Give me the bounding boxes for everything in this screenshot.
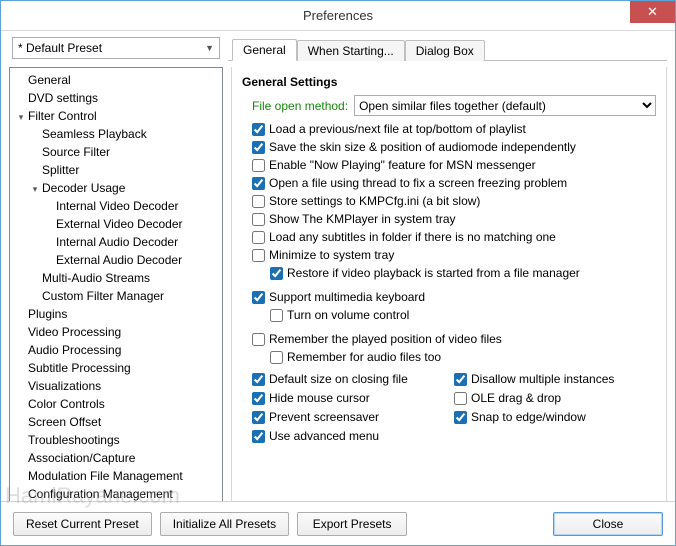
checkbox-label-save-skin: Save the skin size & position of audiomo…: [269, 138, 576, 156]
close-button[interactable]: Close: [553, 512, 663, 536]
tree-node-visualizations[interactable]: Visualizations: [28, 379, 101, 393]
tab-general[interactable]: General: [232, 39, 297, 61]
tree-node-filter-control[interactable]: Filter Control: [28, 109, 97, 123]
tree-node-plugins[interactable]: Plugins: [28, 307, 67, 321]
checkbox-label-ole-drag: OLE drag & drop: [471, 389, 561, 408]
checkbox-label-hide-cursor: Hide mouse cursor: [269, 389, 370, 408]
checkbox-snap-edge[interactable]: [454, 411, 467, 424]
initialize-all-presets-button[interactable]: Initialize All Presets: [160, 512, 289, 536]
reset-current-preset-button[interactable]: Reset Current Preset: [13, 512, 152, 536]
tree-node-custom-filter-manager[interactable]: Custom Filter Manager: [42, 289, 164, 303]
checkbox-label-thread-open: Open a file using thread to fix a screen…: [269, 174, 567, 192]
checkbox-label-mm-keyboard: Support multimedia keyboard: [269, 288, 425, 306]
checkbox-ole-drag[interactable]: [454, 392, 467, 405]
tree-node-external-video-decoder[interactable]: External Video Decoder: [56, 217, 183, 231]
checkbox-remember-pos[interactable]: [252, 333, 265, 346]
checkbox-label-snap-edge: Snap to edge/window: [471, 408, 586, 427]
tree-node-seamless-playback[interactable]: Seamless Playback: [42, 127, 147, 141]
window-close-button[interactable]: ✕: [630, 1, 675, 23]
checkbox-system-tray[interactable]: [252, 213, 265, 226]
tree-node-general[interactable]: General: [28, 73, 71, 87]
checkbox-label-disallow-multi: Disallow multiple instances: [471, 370, 614, 389]
checkbox-label-prevent-ss: Prevent screensaver: [269, 408, 379, 427]
checkbox-thread-open[interactable]: [252, 177, 265, 190]
checkbox-hide-cursor[interactable]: [252, 392, 265, 405]
tree-node-modulation-file-management[interactable]: Modulation File Management: [28, 469, 183, 483]
general-settings-panel: General Settings File open method: Open …: [231, 67, 667, 507]
checkbox-store-cfg[interactable]: [252, 195, 265, 208]
checkbox-disallow-multi[interactable]: [454, 373, 467, 386]
checkbox-restore-fm[interactable]: [270, 267, 283, 280]
file-open-method-select[interactable]: Open similar files together (default): [354, 95, 656, 116]
tree-node-decoder-usage[interactable]: Decoder Usage: [42, 181, 125, 195]
tab-when-starting[interactable]: When Starting...: [297, 40, 405, 61]
tree-node-association-capture[interactable]: Association/Capture: [28, 451, 135, 465]
tree-node-internal-video-decoder[interactable]: Internal Video Decoder: [56, 199, 179, 213]
checkbox-label-load-prev-next: Load a previous/next file at top/bottom …: [269, 120, 526, 138]
checkbox-load-subs[interactable]: [252, 231, 265, 244]
file-open-method-label: File open method:: [252, 99, 348, 113]
checkbox-turn-on-volume[interactable]: [270, 309, 283, 322]
tree-node-troubleshootings[interactable]: Troubleshootings: [28, 433, 120, 447]
tree-node-screen-offset[interactable]: Screen Offset: [28, 415, 101, 429]
checkbox-label-load-subs: Load any subtitles in folder if there is…: [269, 228, 556, 246]
checkbox-label-minimize-tray: Minimize to system tray: [269, 246, 394, 264]
checkbox-load-prev-next[interactable]: [252, 123, 265, 136]
tab-dialog-box[interactable]: Dialog Box: [405, 40, 485, 61]
footer-bar: Reset Current Preset Initialize All Pres…: [1, 501, 675, 545]
checkbox-label-advanced-menu: Use advanced menu: [269, 427, 379, 446]
export-presets-button[interactable]: Export Presets: [297, 512, 407, 536]
preset-dropdown[interactable]: * Default Preset ▼: [12, 37, 220, 59]
checkbox-label-turn-on-volume: Turn on volume control: [287, 306, 409, 324]
checkbox-label-system-tray: Show The KMPlayer in system tray: [269, 210, 456, 228]
checkbox-default-size[interactable]: [252, 373, 265, 386]
triangle-down-icon[interactable]: ▾: [16, 109, 26, 126]
checkbox-label-store-cfg: Store settings to KMPCfg.ini (a bit slow…: [269, 192, 480, 210]
tree-node-internal-audio-decoder[interactable]: Internal Audio Decoder: [56, 235, 178, 249]
tree-node-multi-audio-streams[interactable]: Multi-Audio Streams: [42, 271, 150, 285]
window-title: Preferences: [303, 8, 373, 23]
chevron-down-icon: ▼: [205, 43, 214, 53]
tree-node-audio-processing[interactable]: Audio Processing: [28, 343, 121, 357]
close-icon: ✕: [647, 4, 658, 20]
checkbox-minimize-tray[interactable]: [252, 249, 265, 262]
checkbox-label-remember-audio: Remember for audio files too: [287, 348, 441, 366]
checkbox-save-skin[interactable]: [252, 141, 265, 154]
tree-node-splitter[interactable]: Splitter: [42, 163, 79, 177]
checkbox-mm-keyboard[interactable]: [252, 291, 265, 304]
checkbox-remember-audio[interactable]: [270, 351, 283, 364]
tree-node-subtitle-processing[interactable]: Subtitle Processing: [28, 361, 131, 375]
category-tree[interactable]: ▸General▸DVD settings▾Filter Control·Sea…: [9, 67, 223, 507]
title-bar: Preferences ✕: [1, 1, 675, 31]
checkbox-label-remember-pos: Remember the played position of video fi…: [269, 330, 502, 348]
checkbox-label-now-playing: Enable "Now Playing" feature for MSN mes…: [269, 156, 536, 174]
tree-node-dvd-settings[interactable]: DVD settings: [28, 91, 98, 105]
checkbox-label-restore-fm: Restore if video playback is started fro…: [287, 264, 580, 282]
checkbox-now-playing[interactable]: [252, 159, 265, 172]
tree-node-configuration-management[interactable]: Configuration Management: [28, 487, 173, 501]
preset-selected: * Default Preset: [18, 41, 102, 55]
tree-node-color-controls[interactable]: Color Controls: [28, 397, 105, 411]
checkbox-advanced-menu[interactable]: [252, 430, 265, 443]
tab-bar: GeneralWhen Starting...Dialog Box: [228, 37, 667, 61]
panel-heading: General Settings: [242, 75, 656, 89]
checkbox-label-default-size: Default size on closing file: [269, 370, 408, 389]
tree-node-source-filter[interactable]: Source Filter: [42, 145, 110, 159]
triangle-down-icon[interactable]: ▾: [30, 181, 40, 198]
tree-node-video-processing[interactable]: Video Processing: [28, 325, 121, 339]
tree-node-external-audio-decoder[interactable]: External Audio Decoder: [56, 253, 182, 267]
checkbox-prevent-ss[interactable]: [252, 411, 265, 424]
